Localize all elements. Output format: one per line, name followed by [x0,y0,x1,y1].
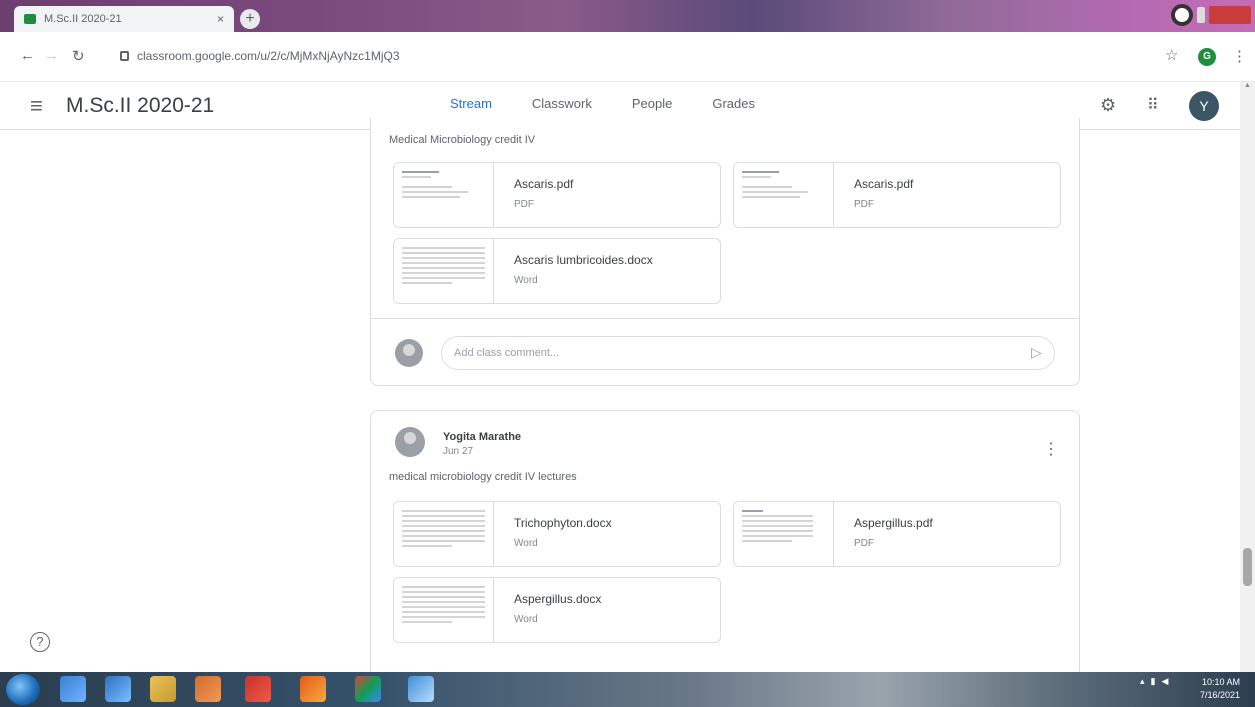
post-description: medical microbiology credit IV lectures [389,471,577,483]
back-arrow-icon[interactable]: ← [20,47,35,64]
author-avatar [395,427,425,457]
forward-arrow-icon[interactable]: → [44,47,59,64]
start-button[interactable] [6,674,40,705]
settings-gear-icon[interactable]: ⚙ [1100,95,1116,116]
doc-thumbnail-icon [394,502,494,566]
attachment-name: Trichophyton.docx [514,516,612,530]
address-bar-row: ← → ↻ classroom.google.com/u/2/c/MjMxNjA… [0,32,1255,82]
attachment-name: Ascaris lumbricoides.docx [514,253,653,267]
window-close-button[interactable] [1209,6,1251,24]
media-icon[interactable] [195,676,221,702]
firefox-icon[interactable] [300,676,326,702]
help-icon[interactable]: ? [30,632,50,652]
attachment-card[interactable]: Ascaris.pdf PDF [733,162,1061,228]
close-tab-icon[interactable]: × [217,12,224,26]
post-author: Yogita Marathe [443,431,522,443]
taskbar-clock[interactable]: 10:10 AM 7/16/2021 [1200,676,1240,702]
attachment-name: Ascaris.pdf [854,177,914,191]
system-tray: ▴ ▮ ◀ [1140,676,1168,687]
pdf-thumbnail-icon [734,163,834,227]
account-avatar[interactable]: Y [1189,91,1219,121]
doc-thumbnail-icon [394,239,494,303]
class-comment-area: Add class comment... ▷ [371,318,1079,384]
window-controls [1171,4,1251,26]
class-title[interactable]: M.Sc.II 2020-21 [66,94,214,118]
post-description: Medical Microbiology credit IV [389,134,536,146]
attachment-type: Word [514,275,538,286]
browser-tab-strip: M.Sc.II 2020-21 × + [0,0,1255,32]
reload-icon[interactable]: ↻ [72,47,85,65]
attachment-card[interactable]: Aspergillus.pdf PDF [733,501,1061,567]
stream-post-card: Medical Microbiology credit IV Ascaris.p… [370,118,1080,386]
browser-tab[interactable]: M.Sc.II 2020-21 × [14,6,234,32]
attachment-card[interactable]: Trichophyton.docx Word [393,501,721,567]
attachment-type: PDF [854,199,874,210]
file-explorer-icon[interactable] [150,676,176,702]
user-avatar [395,339,423,367]
network-icon[interactable]: ▮ [1151,676,1156,687]
post-date: Jun 27 [443,446,474,457]
clock-date: 7/16/2021 [1200,690,1241,700]
browser-menu-icon[interactable]: ⋮ [1232,47,1247,65]
page-scrollbar[interactable]: ▲ [1240,82,1255,672]
chrome-icon[interactable] [355,676,381,702]
class-comment-input[interactable]: Add class comment... [441,336,1055,370]
attachment-card[interactable]: Ascaris.pdf PDF [393,162,721,228]
apps-grid-icon[interactable]: ⠿ [1147,95,1159,115]
browser-tab-title: M.Sc.II 2020-21 [44,13,122,25]
tray-up-icon[interactable]: ▴ [1140,676,1145,687]
attachment-name: Aspergillus.docx [514,592,602,606]
attachment-type: Word [514,538,538,549]
lock-icon [120,51,129,61]
attachment-name: Ascaris.pdf [514,177,574,191]
pdf-reader-icon[interactable] [245,676,271,702]
url-field[interactable]: classroom.google.com/u/2/c/MjMxNjAyNzc1M… [110,44,1150,68]
clock-time: 10:10 AM [1202,677,1241,687]
stream-post-card: Yogita Marathe Jun 27 ⋮ medical microbio… [370,410,1080,680]
internet-explorer-icon[interactable] [105,676,131,702]
attachment-name: Aspergillus.pdf [854,516,933,530]
windows-taskbar: ▴ ▮ ◀ 10:10 AM 7/16/2021 [0,672,1255,707]
media-player-icon[interactable] [60,676,86,702]
record-icon[interactable] [1171,4,1193,26]
attachment-card[interactable]: Aspergillus.docx Word [393,577,721,643]
window-chip[interactable] [1197,7,1205,23]
attachment-card[interactable]: Ascaris lumbricoides.docx Word [393,238,721,304]
scroll-up-arrow-icon[interactable]: ▲ [1244,82,1251,89]
post-options-icon[interactable]: ⋮ [1043,439,1059,459]
attachment-type: Word [514,614,538,625]
browser-profile-avatar[interactable]: G [1198,48,1216,66]
pdf-thumbnail-icon [394,163,494,227]
volume-icon[interactable]: ◀ [1161,676,1168,687]
attachment-type: PDF [854,538,874,549]
attachment-type: PDF [514,199,534,210]
send-icon[interactable]: ▷ [1031,344,1042,361]
url-text: classroom.google.com/u/2/c/MjMxNjAyNzc1M… [137,49,400,63]
new-tab-button[interactable]: + [240,9,260,29]
classroom-favicon-icon [24,14,36,24]
app-icon[interactable] [408,676,434,702]
main-menu-icon[interactable]: ≡ [30,95,43,117]
doc-thumbnail-icon [394,578,494,642]
bookmark-star-icon[interactable]: ☆ [1165,46,1178,64]
pdf-thumbnail-icon [734,502,834,566]
scrollbar-thumb[interactable] [1243,548,1252,586]
